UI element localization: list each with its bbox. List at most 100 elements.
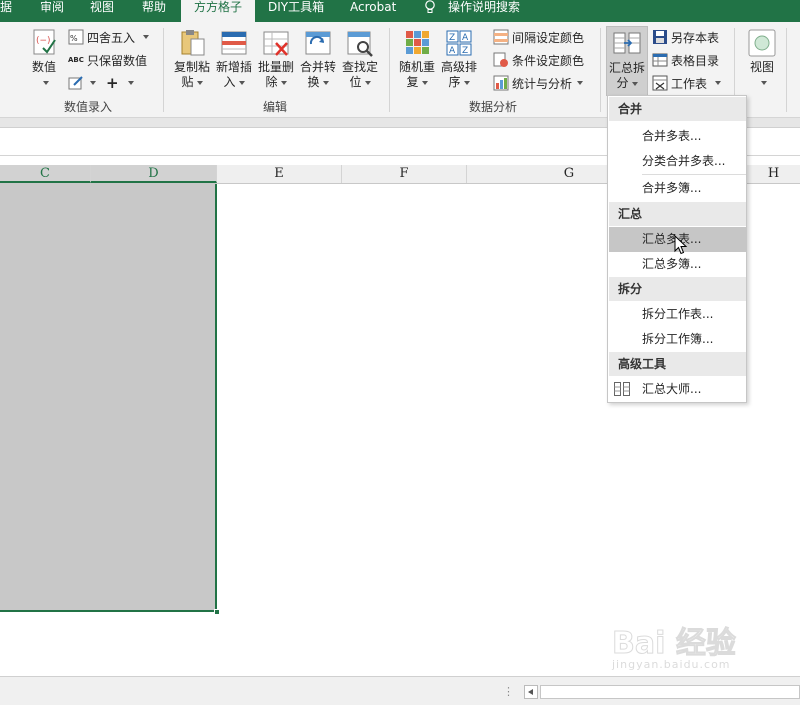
batch-delete-label-2: 除 — [265, 75, 278, 89]
view-icon — [747, 28, 777, 58]
menu-item-summary-master[interactable]: 汇总大师... — [609, 377, 746, 402]
keep-values-label: 只保留数值 — [87, 53, 148, 68]
advanced-sort-button[interactable]: ZAAZ 高级排 序 — [439, 28, 479, 90]
split-handle-icon[interactable]: ⋮ — [503, 686, 514, 698]
tab-view[interactable]: 视图 — [90, 0, 114, 22]
summary-master-label: 汇总大师... — [642, 382, 702, 396]
chevron-down-icon — [322, 80, 329, 85]
stats-analysis-button[interactable]: 统计与分析 — [493, 73, 584, 93]
column-header-c[interactable]: C — [0, 165, 91, 183]
copy-paste-label-2: 贴 — [181, 75, 194, 89]
merge-convert-icon — [303, 28, 333, 58]
group-label-numeric: 数值录入 — [64, 100, 113, 114]
menu-item-category-merge[interactable]: 分类合并多表... — [609, 149, 746, 174]
scroll-left-button[interactable] — [524, 685, 538, 699]
column-header-d[interactable]: D — [91, 165, 217, 183]
worksheet-button[interactable]: 工作表 — [652, 73, 722, 93]
interval-color-button[interactable]: 间隔设定颜色 — [493, 27, 584, 47]
save-icon — [652, 29, 668, 45]
tab-review[interactable]: 审阅 — [40, 0, 64, 22]
chevron-down-icon — [127, 81, 134, 85]
mouse-pointer-icon — [674, 235, 688, 255]
group-label-edit: 编辑 — [263, 100, 288, 114]
summarize-split-button[interactable]: 汇总拆 分 — [606, 26, 648, 96]
menu-section-advanced-tools: 高级工具 — [609, 352, 746, 376]
svg-text:Z: Z — [462, 46, 468, 56]
chevron-down-icon — [760, 80, 767, 85]
sheet-index-label: 表格目录 — [671, 53, 720, 68]
tab-data[interactable]: 据 — [0, 0, 12, 22]
menu-item-split-workbook[interactable]: 拆分工作簿... — [609, 327, 746, 352]
plus-icon: + — [106, 74, 119, 92]
group-label-analysis: 数据分析 — [469, 100, 518, 114]
group-separator — [600, 28, 601, 112]
selected-range[interactable] — [0, 184, 217, 612]
edit-format-button[interactable] — [68, 73, 96, 93]
chevron-down-icon — [631, 81, 638, 86]
column-header-f[interactable]: F — [342, 165, 467, 183]
save-copy-button[interactable]: 另存本表 — [652, 27, 719, 47]
chevron-down-icon — [238, 80, 245, 85]
watermark-text: Bai 经验 — [612, 626, 737, 662]
keep-values-button[interactable]: ABC 只保留数值 — [68, 50, 147, 70]
merge-convert-button[interactable]: 合并转 换 — [298, 28, 338, 90]
group-separator — [163, 28, 164, 112]
table-index-icon — [652, 52, 668, 68]
sheet-index-button[interactable]: 表格目录 — [652, 50, 719, 70]
chevron-down-icon — [421, 80, 428, 85]
delete-table-icon — [261, 28, 291, 58]
column-header-e[interactable]: E — [217, 165, 342, 183]
tell-me-label: 操作说明搜索 — [448, 0, 521, 14]
tell-me-search[interactable]: 操作说明搜索 — [424, 0, 520, 22]
ribbon-tab-bar: 据 审阅 视图 帮助 方方格子 DIY工具箱 Acrobat 操作说明搜索 — [0, 0, 800, 24]
menu-section-split: 拆分 — [609, 277, 746, 301]
add-insert-button[interactable]: 新增插 入 — [214, 28, 254, 90]
conditional-color-icon — [493, 52, 509, 68]
menu-item-split-worksheet[interactable]: 拆分工作表... — [609, 302, 746, 327]
menu-item-summarize-workbooks[interactable]: 汇总多簿... — [609, 252, 746, 277]
menu-section-merge: 合并 — [609, 97, 746, 121]
pencil-table-icon — [68, 75, 84, 91]
column-header-h[interactable]: H — [747, 165, 800, 183]
stats-analysis-label: 统计与分析 — [512, 76, 573, 91]
striped-table-icon — [493, 29, 509, 45]
stats-icon — [493, 75, 509, 91]
svg-text:Z: Z — [449, 33, 455, 43]
chevron-down-icon — [715, 81, 722, 85]
round-label: 四舍五入 — [87, 30, 136, 45]
random-repeat-label-2: 复 — [406, 75, 419, 89]
chevron-down-icon — [42, 80, 49, 85]
batch-delete-button[interactable]: 批量删 除 — [256, 28, 296, 90]
tab-fangfang-gezi[interactable]: 方方格子 — [181, 0, 255, 24]
summarize-split-label-1: 汇总拆 — [608, 61, 645, 75]
merge-convert-label-1: 合并转 — [299, 60, 336, 74]
advanced-sort-label-2: 序 — [448, 75, 461, 89]
view-button[interactable]: 视图 — [745, 28, 779, 90]
conditional-color-button[interactable]: 条件设定颜色 — [493, 50, 584, 70]
menu-item-merge-workbooks[interactable]: 合并多簿... — [609, 176, 746, 201]
chevron-down-icon — [577, 81, 584, 85]
merge-convert-label-2: 换 — [307, 75, 320, 89]
random-blocks-icon — [402, 28, 432, 58]
chevron-down-icon — [280, 80, 287, 85]
baidu-jingyan-watermark: Bai 经验 jingyan.baidu.com — [612, 618, 762, 688]
find-locate-button[interactable]: 查找定 位 — [340, 28, 380, 90]
save-copy-label: 另存本表 — [671, 30, 720, 45]
plus-button[interactable]: + — [106, 73, 134, 93]
abc-icon: ABC — [68, 56, 84, 64]
fill-handle[interactable] — [214, 609, 220, 615]
svg-text:(−): (−) — [36, 36, 51, 46]
random-repeat-button[interactable]: 随机重 复 — [397, 28, 437, 90]
tab-acrobat[interactable]: Acrobat — [350, 0, 396, 22]
group-separator — [389, 28, 390, 112]
tab-help[interactable]: 帮助 — [142, 0, 166, 22]
svg-text:A: A — [449, 46, 456, 56]
chevron-down-icon — [463, 80, 470, 85]
copy-paste-button[interactable]: 复制粘 贴 — [172, 28, 212, 90]
round-button[interactable]: % 四舍五入 — [68, 27, 150, 47]
value-button[interactable]: (−) 数值 — [28, 28, 60, 90]
find-locate-label-1: 查找定 — [341, 60, 378, 74]
menu-item-merge-sheets[interactable]: 合并多表... — [609, 124, 746, 149]
tab-diy-toolbox[interactable]: DIY工具箱 — [268, 0, 324, 22]
chevron-down-icon — [196, 80, 203, 85]
